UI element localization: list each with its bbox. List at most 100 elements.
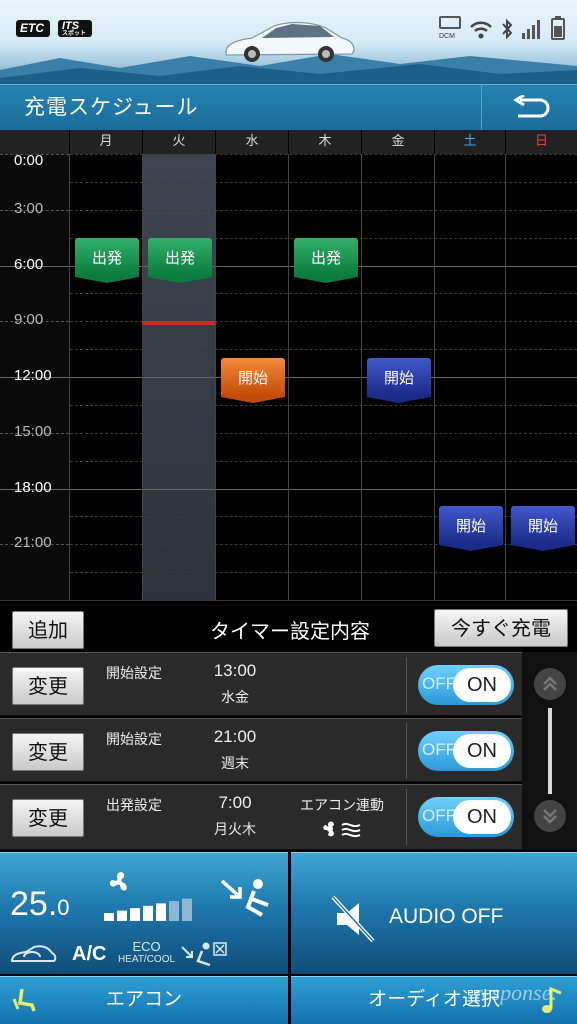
fan-level-bar	[182, 898, 192, 921]
status-bar: ETC ITS スポット DCM	[0, 0, 577, 84]
charge-start-marker[interactable]: 開始	[221, 358, 285, 403]
speaker-mute-icon	[331, 895, 375, 943]
grid-line	[70, 349, 577, 350]
fan-level-bar	[130, 908, 140, 921]
timer-toggle[interactable]: OFF ON	[418, 665, 514, 705]
day-header: 木	[289, 130, 361, 154]
marker-label: 開始	[455, 517, 486, 535]
toggle-on-label: ON	[453, 734, 511, 768]
seat-icon	[12, 988, 36, 1012]
chevron-down-icon	[543, 809, 557, 824]
timer-days: 月火木	[214, 822, 256, 838]
marker-label: 開始	[383, 369, 414, 387]
day-header: 土	[435, 130, 505, 154]
car-icon	[225, 21, 355, 62]
toggle-on-label: ON	[453, 668, 511, 702]
audio-panel[interactable]: AUDIO OFF	[291, 852, 577, 974]
list-scrollbar[interactable]	[522, 652, 577, 850]
day-header: 水	[216, 130, 288, 154]
fan-level-bar	[156, 903, 166, 921]
day-header: 日	[506, 130, 577, 154]
fan-level-bar	[117, 910, 127, 921]
charge-schedule-screen: ETC ITS スポット DCM 充電スケジュール 月 火 水 木 金 土 日 …	[0, 0, 577, 1024]
page-title: 充電スケジュール	[24, 95, 199, 119]
marker-label: 出発	[91, 249, 122, 267]
marker-label: 開始	[527, 517, 558, 535]
temperature-decimal: 0	[57, 895, 70, 920]
toggle-off-label: OFF	[422, 806, 456, 825]
wifi-icon	[470, 21, 492, 39]
ac-link-label: エアコン連動	[300, 798, 384, 814]
climate-panel[interactable]: 25.0 A/C ECO HEAT/COOL	[0, 852, 288, 974]
timer-days: 週末	[221, 756, 249, 772]
timer-type: 開始設定	[106, 732, 162, 748]
watermark: response.	[474, 980, 557, 1005]
time-label: 6:00	[14, 255, 44, 273]
charge-start-marker[interactable]: 開始	[367, 358, 431, 403]
back-button[interactable]	[481, 85, 577, 131]
timer-panel-header: 追加 タイマー設定内容 今すぐ充電	[0, 600, 577, 652]
timer-time: 21:00	[213, 727, 257, 746]
departure-marker[interactable]: 出発	[294, 238, 358, 283]
air-direction-icon	[220, 879, 269, 917]
change-button[interactable]: 変更	[12, 733, 84, 771]
grid-column-line	[142, 154, 143, 600]
grid-column-line	[505, 154, 506, 600]
toggle-off-label: OFF	[422, 740, 456, 759]
row-divider	[406, 723, 407, 779]
grid-column-line	[434, 154, 435, 600]
time-label: 21:00	[14, 534, 52, 552]
temperature-value: 25.	[10, 885, 58, 923]
scroll-up-button[interactable]	[534, 668, 566, 700]
marker-label: 出発	[310, 249, 341, 267]
grid-column-line	[69, 154, 70, 600]
charge-now-button[interactable]: 今すぐ充電	[434, 609, 568, 647]
grid-line	[70, 154, 577, 155]
departure-marker[interactable]: 出発	[75, 238, 139, 283]
grid-column-line	[361, 154, 362, 600]
timer-toggle[interactable]: OFF ON	[418, 797, 514, 837]
scroll-track[interactable]	[548, 708, 552, 794]
eco-label: ECO	[132, 939, 161, 954]
bluetooth-icon	[502, 18, 513, 40]
ac-label[interactable]: A/C	[72, 943, 106, 966]
change-button[interactable]: 変更	[12, 667, 84, 705]
toggle-on-label: ON	[453, 800, 511, 834]
timer-days: 水金	[221, 690, 249, 706]
marker-label: 出発	[164, 249, 195, 267]
departure-marker[interactable]: 出発	[148, 238, 212, 283]
add-button[interactable]: 追加	[12, 611, 84, 649]
title-bar: 充電スケジュール	[0, 84, 577, 131]
seat-airflow-off-icon	[181, 942, 227, 967]
signal-icon	[522, 20, 540, 39]
timer-type: 開始設定	[106, 666, 162, 682]
tab-air-conditioner[interactable]: エアコン	[0, 976, 288, 1024]
eco-indicator[interactable]: ECO HEAT/COOL	[118, 939, 175, 965]
grid-column-line	[215, 154, 216, 600]
time-label: 3:00	[14, 199, 44, 217]
marker-label: 開始	[237, 369, 268, 387]
timer-type: 出発設定	[106, 798, 162, 814]
change-button[interactable]: 変更	[12, 799, 84, 837]
timer-row: 変更 開始設定 13:00 水金 OFF ON	[0, 652, 522, 716]
dcm-indicator: DCM	[439, 16, 461, 40]
ac-airflow-icon	[323, 821, 361, 838]
grid-line	[70, 210, 577, 211]
time-label: 12:00	[14, 367, 52, 384]
charge-start-marker[interactable]: 開始	[511, 506, 575, 551]
timer-toggle[interactable]: OFF ON	[418, 731, 514, 771]
time-label: 9:00	[14, 311, 44, 329]
grid-line	[70, 461, 577, 462]
schedule-grid: 月火水木金土日 0:00 3:00 6:00 9:00 12:00 15:00 18:00 21…	[0, 130, 577, 601]
charge-start-marker[interactable]: 開始	[439, 506, 503, 551]
time-label: 18:00	[14, 478, 52, 496]
day-header: 火	[143, 130, 215, 154]
row-divider	[406, 657, 407, 713]
status-icons: DCM	[439, 16, 565, 40]
header-corner	[0, 130, 69, 154]
dcm-label: DCM	[439, 33, 455, 40]
tab-air-conditioner-label: エアコン	[105, 988, 182, 1010]
scroll-down-button[interactable]	[534, 800, 566, 832]
timer-row: 変更 出発設定 7:00 月火木 エアコン連動 OFF ON	[0, 784, 522, 850]
battery-icon	[551, 16, 565, 40]
